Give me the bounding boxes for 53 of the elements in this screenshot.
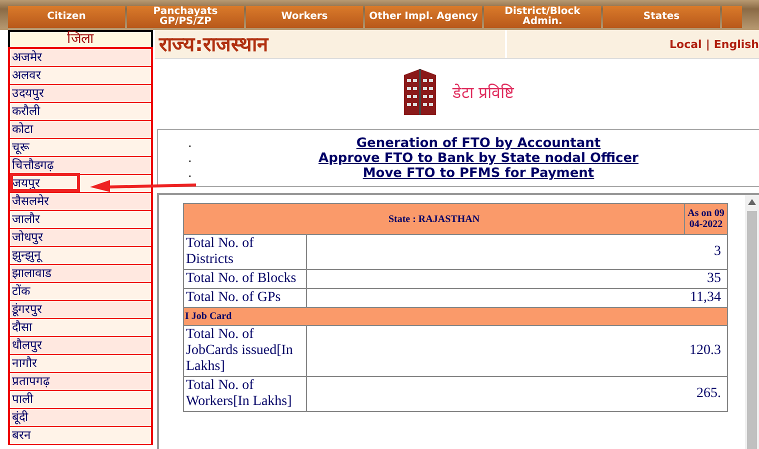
nav-tab[interactable]: Workers [246, 6, 363, 28]
scrollbar[interactable] [745, 195, 759, 449]
row-value: 3 [306, 234, 728, 270]
row-label: Total No. of JobCards issued[In Lakhs] [184, 326, 306, 376]
district-link[interactable]: डूंगरपुर [10, 301, 151, 319]
district-link[interactable]: कोटा [10, 121, 151, 139]
table-title: State : RAJASTHAN [184, 204, 684, 234]
row-label: Total No. of Workers[In Lakhs] [184, 376, 306, 412]
nav-tab[interactable]: Citizen [8, 6, 125, 28]
fto-link[interactable]: Move FTO to PFMS for Payment [198, 166, 759, 181]
bullet: . [188, 136, 193, 151]
language-link[interactable]: English [714, 38, 759, 50]
language-link[interactable]: Local [670, 38, 702, 50]
district-link[interactable]: धौलपुर [10, 337, 151, 355]
date-cell: As on 09 04-2022 [684, 204, 728, 234]
nav-tab[interactable]: District/Block Admin. [484, 6, 601, 28]
nav-tab[interactable]: States [603, 6, 720, 28]
scroll-up-icon[interactable] [748, 199, 756, 205]
fto-link[interactable]: Approve FTO to Bank by State nodal Officer [198, 151, 759, 166]
district-link[interactable]: टोंक [10, 283, 151, 301]
state-title: राज्य:राजस्थान [158, 31, 270, 58]
district-link[interactable]: झालावाड [10, 265, 151, 283]
row-value: 120.3 [306, 326, 728, 376]
bullet: . [188, 166, 193, 181]
page-heading: डेटा प्रविष्टि [452, 82, 514, 103]
row-value: 35 [306, 270, 728, 288]
row-value: 265. [306, 376, 728, 412]
row-label: Total No. of Blocks [184, 270, 306, 288]
district-link[interactable]: पाली [10, 391, 151, 409]
district-link[interactable]: प्रतापगढ़ [10, 373, 151, 391]
district-link[interactable]: अजमेर [10, 49, 151, 67]
fto-link[interactable]: Generation of FTO by Accountant [198, 136, 759, 151]
district-link[interactable]: दौसा [10, 319, 151, 337]
district-link[interactable]: उदयपुर [10, 85, 151, 103]
nav-tab[interactable]: Other Impl. Agency [365, 6, 482, 28]
district-link[interactable]: बरन [10, 427, 151, 445]
bullet: . [188, 151, 193, 166]
district-link[interactable]: जालौर [10, 211, 151, 229]
district-link[interactable]: अलवर [10, 67, 151, 85]
nav-tab[interactable]: Panchayats GP/PS/ZP [127, 6, 244, 28]
district-link[interactable]: बूंदी [10, 409, 151, 427]
nav-tab-edge [722, 6, 742, 28]
row-label: Total No. of Districts [184, 234, 306, 270]
district-link[interactable]: चित्तौडगढ़ [10, 157, 151, 175]
district-link[interactable]: जैसलमेर [10, 193, 151, 211]
district-link[interactable]: करौली [10, 103, 151, 121]
district-link[interactable]: जोधपुर [10, 229, 151, 247]
separator: | [706, 38, 710, 50]
section-heading: I Job Card [184, 308, 728, 326]
district-link[interactable]: चूरू [10, 139, 151, 157]
sidebar-heading: जिला [8, 30, 153, 47]
district-link[interactable]: झुन्झुनू [10, 247, 151, 265]
district-link[interactable]: नागौर [10, 355, 151, 373]
